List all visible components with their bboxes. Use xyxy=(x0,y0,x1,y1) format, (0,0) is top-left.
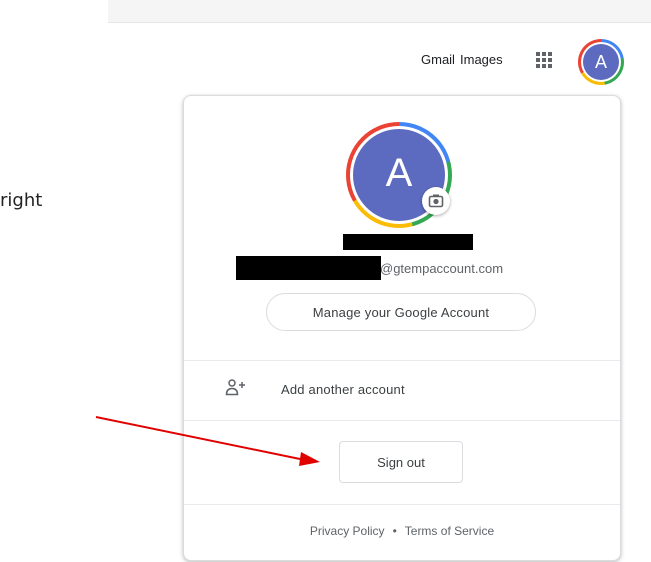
manage-account-button[interactable]: Manage your Google Account xyxy=(266,293,536,331)
apps-grid-icon[interactable] xyxy=(536,52,554,70)
avatar-initial: A xyxy=(583,44,619,80)
footer-separator: • xyxy=(392,524,397,538)
sign-out-button[interactable]: Sign out xyxy=(339,441,463,483)
account-email: @gtempaccount.com xyxy=(380,261,504,276)
change-photo-button[interactable] xyxy=(422,187,450,215)
gmail-link[interactable]: Gmail xyxy=(421,52,455,67)
images-link[interactable]: Images xyxy=(460,52,503,67)
top-toolbar-strip xyxy=(108,0,651,22)
redacted-email-prefix xyxy=(236,256,381,280)
add-account-row[interactable]: Add another account xyxy=(184,361,620,419)
add-person-icon xyxy=(225,379,245,396)
menu-divider xyxy=(184,504,620,505)
menu-divider xyxy=(184,420,620,421)
instruction-text-fragment: right xyxy=(0,190,43,211)
account-menu-popup: A @gtempaccount.com Manage your Google A… xyxy=(183,95,621,561)
redacted-name xyxy=(343,234,473,250)
add-account-label: Add another account xyxy=(281,382,405,397)
menu-footer: Privacy Policy • Terms of Service xyxy=(184,524,620,538)
camera-icon xyxy=(428,194,444,208)
privacy-policy-link[interactable]: Privacy Policy xyxy=(310,524,385,538)
account-avatar-button[interactable]: A xyxy=(578,39,624,85)
toolbar-divider xyxy=(108,22,651,23)
terms-of-service-link[interactable]: Terms of Service xyxy=(405,524,494,538)
